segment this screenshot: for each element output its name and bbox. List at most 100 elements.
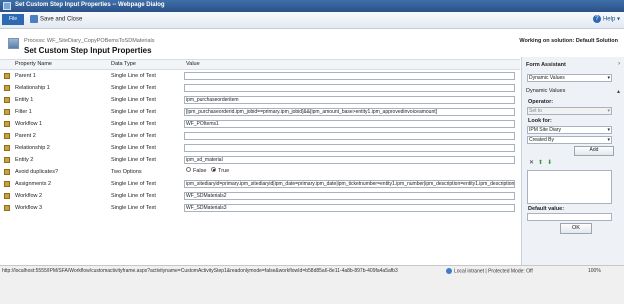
- status-bar: http://localhost:5555/IPM/SFA/Workflow/c…: [0, 265, 624, 304]
- operator-label: Operator:: [528, 99, 554, 105]
- chevron-down-icon: ▾: [616, 16, 620, 23]
- value-input[interactable]: ipm_sd_material: [184, 156, 515, 164]
- help-icon: ?: [592, 15, 601, 23]
- window-title: Set Custom Step Input Properties -- Webp…: [15, 2, 165, 8]
- property-icon: [4, 121, 10, 127]
- chevron-down-icon: ▾: [607, 137, 610, 143]
- default-value-input[interactable]: [527, 213, 612, 221]
- property-name: Assignments 2: [15, 181, 52, 187]
- dynamic-values-select[interactable]: Dynamic Values ▾: [527, 74, 612, 82]
- table-row: Entity 1 Single Line of Text ipm_purchas…: [0, 95, 520, 106]
- table-row: Filter 1 Single Line of Text [ipm_purcha…: [0, 107, 520, 118]
- chevron-down-icon: ▾: [607, 108, 610, 114]
- data-type: Two Options: [111, 169, 142, 175]
- chevron-up-icon[interactable]: ▴: [617, 88, 620, 95]
- look-for-entity-select[interactable]: IPM Site Diary ▾: [527, 126, 612, 134]
- property-icon: [4, 157, 10, 163]
- help-button[interactable]: ? Help ▾: [592, 15, 620, 23]
- table-row: Workflow 3 Single Line of Text WF_SDMate…: [0, 203, 520, 214]
- properties-grid: Property Name Data Type Value Parent 1 S…: [0, 59, 520, 266]
- property-name: Workflow 3: [15, 205, 43, 211]
- table-row: Entity 2 Single Line of Text ipm_sd_mate…: [0, 155, 520, 166]
- ok-button[interactable]: OK: [560, 223, 592, 234]
- dynamic-values-section-title: Dynamic Values: [526, 88, 566, 94]
- radio-true-label: True: [218, 168, 230, 174]
- security-zone-label: Local intranet | Protected Mode: Off: [454, 268, 533, 275]
- value-input[interactable]: [ipm_purchaseorderid.ipm_jobid==primary.…: [184, 108, 515, 116]
- table-row: Relationship 2 Single Line of Text: [0, 143, 520, 154]
- value-input[interactable]: WF_SDMaterials3: [184, 204, 515, 212]
- value-input[interactable]: [184, 84, 515, 92]
- value-input[interactable]: [184, 144, 515, 152]
- add-button[interactable]: Add: [574, 146, 614, 156]
- property-name: Workflow 2: [15, 193, 43, 199]
- operator-select[interactable]: Set to ▾: [527, 107, 612, 115]
- radio-false[interactable]: [186, 167, 191, 173]
- table-row: Parent 2 Single Line of Text: [0, 131, 520, 142]
- move-up-icon[interactable]: ⬆: [538, 160, 543, 166]
- delete-icon[interactable]: ✕: [529, 160, 534, 166]
- data-type: Single Line of Text: [111, 133, 156, 139]
- property-name: Parent 2: [15, 133, 36, 139]
- zoom-level[interactable]: 100%: [588, 268, 601, 274]
- property-name: Relationship 2: [15, 145, 50, 151]
- data-type: Single Line of Text: [111, 145, 156, 151]
- move-down-icon[interactable]: ⬇: [547, 160, 552, 166]
- property-icon: [4, 85, 10, 91]
- column-property-name: Property Name: [15, 61, 52, 67]
- form-assistant-panel: Form Assistant › Dynamic Values ▾ Dynamic…: [521, 57, 624, 265]
- look-for-entity-value: IPM Site Diary: [529, 127, 561, 133]
- solution-label: Working on solution: Default Solution: [519, 38, 618, 44]
- property-name: Relationship 1: [15, 85, 50, 91]
- property-icon: [4, 193, 10, 199]
- save-and-close-button[interactable]: Save and Close: [30, 15, 82, 23]
- form-assistant-title: Form Assistant: [526, 62, 566, 68]
- value-input[interactable]: ipm_sitediaryid=primary.ipm_sitediaryid|…: [184, 180, 515, 188]
- look-for-field-select[interactable]: Created By ▾: [527, 136, 612, 144]
- process-name: Process: WF_SiteDiary_CopyPOBemsToSDMate…: [24, 38, 155, 44]
- avoid-duplicates-options: False True: [186, 167, 230, 174]
- table-row: Assignments 2 Single Line of Text ipm_si…: [0, 179, 520, 190]
- data-type: Single Line of Text: [111, 181, 156, 187]
- column-value: Value: [186, 61, 200, 67]
- ribbon: [0, 12, 624, 29]
- dynamic-values-select-value: Dynamic Values: [529, 75, 565, 81]
- default-value-label: Default value:: [528, 206, 565, 212]
- property-icon: [4, 109, 10, 115]
- save-icon: [30, 15, 38, 23]
- value-input[interactable]: [184, 72, 515, 80]
- table-row: Workflow 2 Single Line of Text WF_SDMate…: [0, 191, 520, 202]
- status-url: http://localhost:5555/IPM/SFA/Workflow/c…: [2, 268, 398, 274]
- property-name: Workflow 1: [15, 121, 43, 127]
- property-name: Avoid duplicates?: [15, 169, 59, 175]
- radio-true[interactable]: [211, 167, 217, 173]
- property-icon: [4, 97, 10, 103]
- chevron-right-icon[interactable]: ›: [618, 61, 620, 67]
- security-zone: Local intranet | Protected Mode: Off: [446, 268, 533, 274]
- help-label: Help: [602, 16, 616, 23]
- chevron-down-icon: ▾: [607, 75, 610, 81]
- data-type: Single Line of Text: [111, 205, 156, 211]
- property-name: Filter 1: [15, 109, 32, 115]
- save-and-close-label: Save and Close: [40, 16, 83, 23]
- value-input[interactable]: WF_SDMaterials2: [184, 192, 515, 200]
- property-icon: [4, 145, 10, 151]
- property-icon: [4, 73, 10, 79]
- window-titlebar: Set Custom Step Input Properties -- Webp…: [0, 0, 624, 12]
- file-button[interactable]: File: [2, 14, 24, 25]
- table-row: Parent 1 Single Line of Text: [0, 71, 520, 82]
- table-row: Workflow 1 Single Line of Text WF_POItem…: [0, 119, 520, 130]
- page-title: Set Custom Step Input Properties: [24, 46, 152, 55]
- data-type: Single Line of Text: [111, 85, 156, 91]
- value-input[interactable]: WF_POItems1: [184, 120, 515, 128]
- value-input[interactable]: ipm_purchaseorderitem: [184, 96, 515, 104]
- property-name: Parent 1: [15, 73, 36, 79]
- grid-header: Property Name Data Type Value: [0, 60, 520, 70]
- value-input[interactable]: [184, 132, 515, 140]
- list-toolbar: ✕ ⬆ ⬇: [529, 159, 552, 166]
- radio-false-label: False: [193, 168, 207, 174]
- data-type: Single Line of Text: [111, 109, 156, 115]
- data-type: Single Line of Text: [111, 97, 156, 103]
- dynamic-values-listbox[interactable]: [527, 170, 612, 204]
- property-icon: [4, 181, 10, 187]
